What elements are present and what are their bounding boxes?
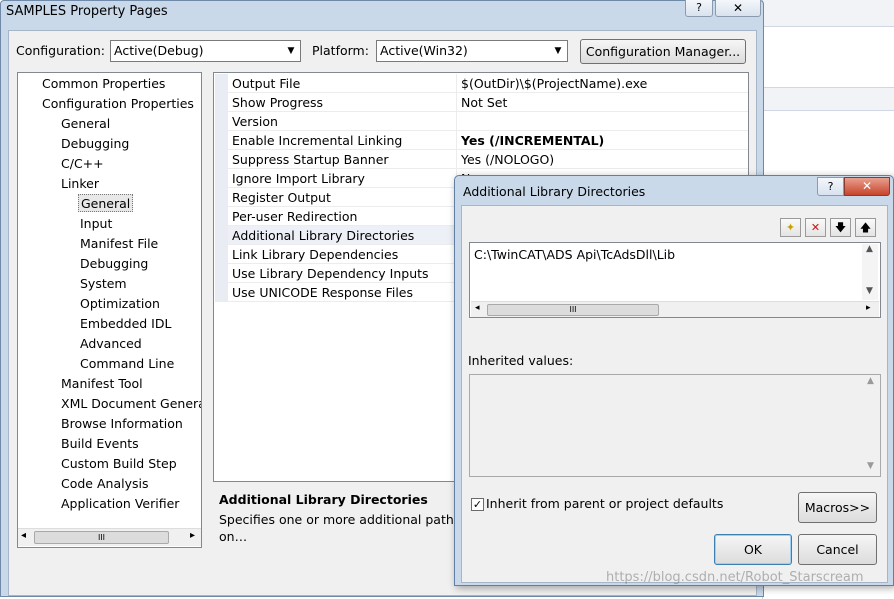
grid-gutter: [215, 74, 228, 302]
help-button[interactable]: ?: [685, 0, 713, 17]
property-name: Suppress Startup Banner: [232, 152, 389, 167]
scroll-thumb[interactable]: III: [487, 304, 659, 316]
inherit-checkbox[interactable]: ✓: [471, 498, 484, 511]
inherited-vertical-scrollbar[interactable]: ▲ ▼: [864, 376, 880, 475]
tree-item[interactable]: Manifest File: [80, 235, 158, 253]
tree-item[interactable]: Command Line: [80, 355, 174, 373]
tree-item[interactable]: Browse Information: [61, 415, 183, 433]
tree-item[interactable]: Debugging: [61, 135, 129, 153]
scroll-up-icon[interactable]: ▲: [867, 376, 874, 386]
configuration-value: Active(Debug): [114, 43, 204, 58]
tree-item[interactable]: General: [61, 115, 110, 133]
property-name: Use Library Dependency Inputs: [232, 266, 429, 281]
inherit-checkbox-label[interactable]: Inherit from parent or project defaults: [486, 496, 723, 511]
move-up-icon[interactable]: 🡅: [855, 218, 876, 237]
tree-horizontal-scrollbar[interactable]: ◂ III ▸: [18, 528, 201, 546]
property-name: Use UNICODE Response Files: [232, 285, 414, 300]
scroll-left-icon[interactable]: ◂: [21, 530, 26, 541]
property-value: $(OutDir)\$(ProjectName).exe: [461, 76, 648, 91]
configuration-label: Configuration:: [16, 43, 105, 58]
directory-vertical-scrollbar[interactable]: ▲ ▼: [862, 244, 878, 300]
property-tree[interactable]: Common Properties Configuration Properti…: [17, 72, 202, 548]
dialog-help-button[interactable]: ?: [817, 177, 844, 196]
platform-label: Platform:: [312, 43, 369, 58]
directory-entry[interactable]: C:\TwinCAT\ADS Api\TcAdsDll\Lib: [474, 247, 675, 262]
property-name: Enable Incremental Linking: [232, 133, 403, 148]
tree-item[interactable]: Build Events: [61, 435, 139, 453]
grid-row[interactable]: Show Progress Not Set: [228, 93, 748, 112]
additional-library-directories-dialog: Additional Library Directories ? ✕ ✦ ✕ 🡇…: [454, 175, 894, 586]
tree-item[interactable]: Input: [80, 215, 112, 233]
tree-item[interactable]: Code Analysis: [61, 475, 148, 493]
scroll-down-icon[interactable]: ▼: [867, 461, 874, 471]
tree-item-selected[interactable]: General: [78, 194, 134, 212]
tree-item[interactable]: Manifest Tool: [61, 375, 143, 393]
property-name: Register Output: [232, 190, 331, 205]
grid-row[interactable]: Output File $(OutDir)\$(ProjectName).exe: [228, 74, 748, 93]
background-panel: [763, 26, 894, 88]
dialog-close-button[interactable]: ✕: [844, 177, 890, 196]
tree-item[interactable]: Configuration Properties: [42, 95, 194, 113]
dialog-title: Additional Library Directories: [463, 184, 646, 199]
configuration-combo[interactable]: Active(Debug) ▼: [110, 40, 301, 62]
directory-list[interactable]: C:\TwinCAT\ADS Api\TcAdsDll\Lib ▲ ▼ ◂ II…: [469, 242, 881, 318]
scroll-right-icon[interactable]: ▸: [190, 530, 195, 541]
tree-item[interactable]: System: [80, 275, 127, 293]
property-name: Link Library Dependencies: [232, 247, 399, 262]
scroll-left-icon[interactable]: ◂: [475, 303, 480, 313]
tree-item[interactable]: Optimization: [80, 295, 160, 313]
property-value: Yes (/INCREMENTAL): [461, 133, 605, 148]
scroll-up-icon[interactable]: ▲: [866, 244, 873, 254]
scroll-right-icon[interactable]: ▸: [866, 303, 871, 313]
move-down-icon[interactable]: 🡇: [830, 218, 851, 237]
property-value: Not Set: [461, 95, 508, 110]
property-name: Output File: [232, 76, 301, 91]
tree-item[interactable]: Application Verifier: [61, 495, 179, 513]
platform-value: Active(Win32): [380, 43, 468, 58]
description-title: Additional Library Directories: [219, 492, 428, 507]
cancel-button[interactable]: Cancel: [798, 534, 877, 565]
tree-item[interactable]: Custom Build Step: [61, 455, 177, 473]
property-name: Version: [232, 114, 278, 129]
configuration-manager-button[interactable]: Configuration Manager...: [580, 39, 746, 64]
platform-combo[interactable]: Active(Win32) ▼: [376, 40, 568, 62]
property-value: Yes (/NOLOGO): [461, 152, 555, 167]
scroll-thumb[interactable]: III: [34, 531, 169, 544]
inherited-values-label: Inherited values:: [468, 353, 574, 368]
tree-item[interactable]: XML Document Generat: [61, 395, 201, 413]
grid-row[interactable]: Enable Incremental Linking Yes (/INCREMEN…: [228, 131, 748, 150]
chevron-down-icon: ▼: [287, 46, 295, 56]
property-name: Additional Library Directories: [232, 228, 415, 243]
inherited-values-list: ▲ ▼: [469, 374, 881, 477]
property-name: Show Progress: [232, 95, 324, 110]
tree-item[interactable]: Debugging: [80, 255, 148, 273]
ok-button[interactable]: OK: [714, 534, 792, 565]
property-name: Ignore Import Library: [232, 171, 365, 186]
chevron-down-icon: ▼: [554, 46, 562, 56]
tree-item[interactable]: Embedded IDL: [80, 315, 171, 333]
grid-row[interactable]: Suppress Startup Banner Yes (/NOLOGO): [228, 150, 748, 169]
grid-row[interactable]: Version: [228, 112, 748, 131]
delete-icon[interactable]: ✕: [805, 218, 826, 237]
scroll-down-icon[interactable]: ▼: [866, 286, 873, 296]
tree-item[interactable]: C/C++: [61, 155, 104, 173]
watermark: https://blog.csdn.net/Robot_Starscream: [606, 570, 864, 585]
macros-button[interactable]: Macros>>: [798, 492, 877, 523]
new-folder-icon[interactable]: ✦: [780, 218, 801, 237]
close-button[interactable]: ✕: [715, 0, 761, 17]
tree-item[interactable]: Common Properties: [42, 75, 165, 93]
window-title: SAMPLES Property Pages: [6, 4, 168, 19]
dialog-client-area: ✦ ✕ 🡇 🡅 C:\TwinCAT\ADS Api\TcAdsDll\Lib …: [461, 205, 888, 583]
property-name: Per-user Redirection: [232, 209, 358, 224]
tree-item[interactable]: Advanced: [80, 335, 142, 353]
tree-item[interactable]: Linker: [61, 175, 99, 193]
directory-horizontal-scrollbar[interactable]: ◂ III ▸: [471, 301, 879, 317]
